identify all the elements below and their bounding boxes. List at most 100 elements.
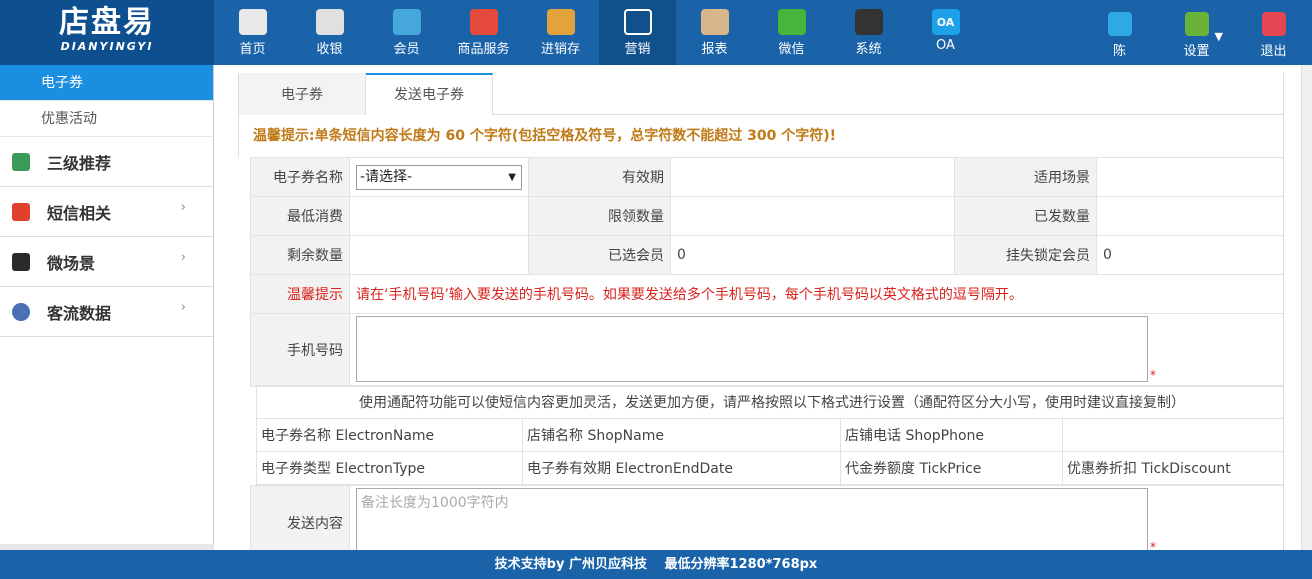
- logo-title: 店盘易: [59, 5, 155, 40]
- wildcard-cell[interactable]: 代金券额度 TickPrice: [840, 451, 1063, 485]
- sidebar: 电子券 优惠活动 三级推荐短信相关 › 微场景 › 客流数据 ›: [0, 65, 214, 550]
- tab-coupon-list[interactable]: 电子券: [239, 73, 366, 115]
- main-nav: 首页 收银 会员 商品服务 进销存 营销 报表 微信 系统 OA OA: [214, 0, 984, 65]
- nav-label: 营销: [624, 42, 651, 57]
- user-nav-label: 设置: [1183, 44, 1210, 59]
- wildcard-cell[interactable]: 电子券有效期 ElectronEndDate: [522, 451, 841, 485]
- home-icon: [238, 9, 267, 35]
- tab-bar: 电子券 发送电子券: [238, 73, 1283, 116]
- send-coupon-form: 电子券名称 -请选择- ▼ 有效期 适用场景 最低消费 限领数量 已发数量 剩余…: [250, 157, 1284, 387]
- nav-label: 收银: [316, 42, 343, 57]
- wildcard-cell[interactable]: [1062, 418, 1284, 452]
- selected-members-value: 0: [670, 235, 955, 275]
- user-nav-gear[interactable]: 设置 ▼: [1158, 0, 1235, 65]
- mobile-icon: [12, 252, 30, 271]
- tip-label: 温馨提示: [250, 274, 350, 314]
- sidebar-item-2[interactable]: 短信相关 ›: [0, 187, 213, 237]
- nav-item-member[interactable]: 会员: [368, 0, 445, 65]
- validity-value: [670, 157, 955, 197]
- nav-label: 报表: [701, 42, 728, 57]
- content-input[interactable]: 备注长度为1000字符内: [356, 488, 1148, 554]
- sidebar-item-label: 微场景: [47, 253, 96, 273]
- chart-circle-icon: [12, 302, 30, 321]
- wildcard-cell[interactable]: 优惠券折扣 TickDiscount: [1062, 451, 1284, 485]
- nav-item-inventory[interactable]: 进销存: [522, 0, 599, 65]
- nav-item-oa[interactable]: OA OA: [907, 0, 984, 65]
- gear-icon: [1184, 12, 1209, 36]
- sidebar-sub-item[interactable]: 电子券: [0, 65, 213, 101]
- inventory-icon: [546, 9, 575, 35]
- chevron-right-icon: ›: [180, 200, 186, 215]
- user-nav-label: 退出: [1260, 44, 1287, 59]
- selected-members-label: 已选会员: [528, 235, 671, 275]
- validity-label: 有效期: [528, 157, 671, 197]
- nav-item-report[interactable]: 报表: [676, 0, 753, 65]
- nav-label: 微信: [778, 42, 805, 57]
- wildcard-cell[interactable]: 店铺电话 ShopPhone: [840, 418, 1063, 452]
- chevron-right-icon: ›: [180, 250, 186, 265]
- wildcard-cell[interactable]: 电子券类型 ElectronType: [256, 451, 523, 485]
- coupon-select-value: -请选择-: [360, 168, 413, 185]
- phone-input[interactable]: [356, 316, 1148, 382]
- nav-item-megaphone[interactable]: 营销: [599, 0, 676, 65]
- user-nav-user[interactable]: 陈: [1081, 0, 1158, 65]
- nav-item-goods[interactable]: 商品服务: [445, 0, 522, 65]
- sidebar-item-label: 客流数据: [47, 303, 112, 323]
- vertical-scrollbar[interactable]: [1301, 65, 1312, 550]
- phone-label: 手机号码: [250, 313, 350, 387]
- wildcard-header: 使用通配符功能可以使短信内容更加灵活，发送更加方便，请严格按照以下格式进行设置（…: [256, 385, 1284, 419]
- wildcard-cell[interactable]: 店铺名称 ShopName: [522, 418, 841, 452]
- report-icon: [700, 9, 729, 35]
- coupon-name-select[interactable]: -请选择- ▼: [356, 164, 522, 190]
- nav-item-monitor[interactable]: 系统: [830, 0, 907, 65]
- tab-send-coupon[interactable]: 发送电子券: [366, 73, 493, 116]
- nav-label: 会员: [393, 42, 420, 57]
- nav-item-wechat[interactable]: 微信: [753, 0, 830, 65]
- user-nav-label: 陈: [1112, 44, 1126, 59]
- logo-subtitle: DIANYINGYI: [60, 40, 154, 53]
- oa-icon: OA: [931, 9, 960, 35]
- nav-label: OA: [936, 38, 955, 53]
- caret-down-icon[interactable]: ▼: [1215, 30, 1223, 43]
- remaining-value: [349, 235, 529, 275]
- monitor-icon: [854, 9, 883, 35]
- wildcard-table: 使用通配符功能可以使短信内容更加灵活，发送更加方便，请严格按照以下格式进行设置（…: [256, 385, 1284, 485]
- nav-item-home[interactable]: 首页: [214, 0, 291, 65]
- footer: 技术支持by 广州贝应科技 最低分辨率1280*768px: [0, 550, 1312, 579]
- sidebar-item-1[interactable]: 三级推荐: [0, 137, 213, 187]
- user-nav: 陈 设置 ▼ 退出: [1081, 0, 1312, 65]
- logout-icon: [1261, 12, 1286, 36]
- scene-label: 适用场景: [954, 157, 1097, 197]
- sms-length-warning: 温馨提示:单条短信内容长度为 60 个字符(包括空格及符号，总字符数不能超过 3…: [238, 115, 1283, 157]
- chevron-right-icon: ›: [180, 300, 186, 315]
- top-navigation-bar: 店盘易 DIANYINGYI 首页 收银 会员 商品服务 进销存 营销 报表 微信 系统 OA OA…: [0, 0, 1312, 65]
- nav-label: 系统: [855, 42, 882, 57]
- nav-item-cash-register[interactable]: 收银: [291, 0, 368, 65]
- cash-register-icon: [315, 9, 344, 35]
- sidebar-sub-item[interactable]: 优惠活动: [0, 101, 213, 137]
- required-mark: *: [1150, 368, 1156, 382]
- user-icon: [1107, 12, 1132, 36]
- sidebar-item-3[interactable]: 微场景 ›: [0, 237, 213, 287]
- phone-tip-text: 请在‘手机号码’输入要发送的手机号码。如果要发送给多个手机号码，每个手机号码以英…: [349, 274, 1284, 314]
- sidebar-item-label: 三级推荐: [47, 153, 112, 173]
- remaining-label: 剩余数量: [250, 235, 350, 275]
- logo[interactable]: 店盘易 DIANYINGYI: [0, 0, 214, 65]
- coupon-name-label: 电子券名称: [250, 157, 350, 197]
- sidebar-item-4[interactable]: 客流数据 ›: [0, 287, 213, 337]
- wildcard-cell[interactable]: 电子券名称 ElectronName: [256, 418, 523, 452]
- chevron-down-icon: ▼: [508, 171, 516, 183]
- locked-members-label: 挂失锁定会员: [954, 235, 1097, 275]
- member-icon: [392, 9, 421, 35]
- content-right-border: [1283, 73, 1284, 550]
- user-nav-logout[interactable]: 退出: [1235, 0, 1312, 65]
- limit-label: 限领数量: [528, 196, 671, 236]
- issued-value: [1096, 196, 1284, 236]
- goods-icon: [469, 9, 498, 35]
- layers-icon: [12, 152, 30, 171]
- phone-icon: [12, 202, 30, 221]
- min-spend-label: 最低消费: [250, 196, 350, 236]
- scene-value: [1096, 157, 1284, 197]
- megaphone-icon: [623, 9, 652, 35]
- locked-members-value: 0: [1096, 235, 1284, 275]
